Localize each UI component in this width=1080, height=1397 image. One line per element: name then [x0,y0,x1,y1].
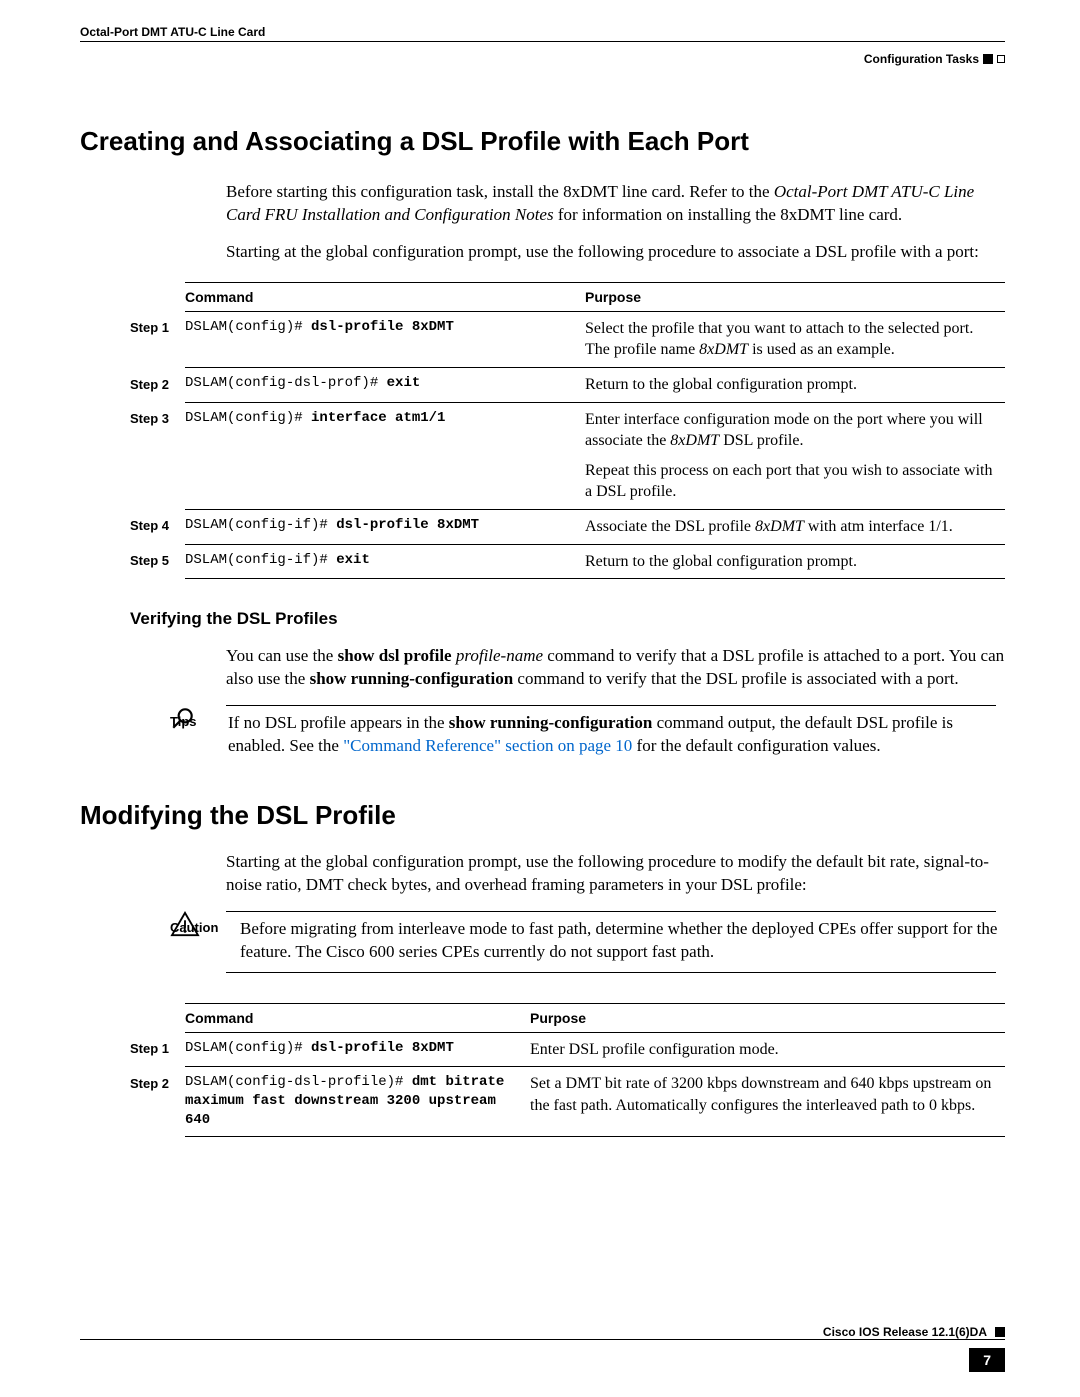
table-row: Step 4 DSLAM(config-if)# dsl-profile 8xD… [130,509,1005,544]
doc-title: Octal-Port DMT ATU-C Line Card [80,25,265,41]
section-heading-create: Creating and Associating a DSL Profile w… [80,126,1005,157]
table-row: Step 2 DSLAM(config-dsl-profile)# dmt bi… [130,1067,1005,1137]
tip-icon [170,705,196,738]
page-footer: Cisco IOS Release 12.1(6)DA 7 [80,1325,1005,1372]
intro-paragraph-2: Starting at the global configuration pro… [226,241,1005,264]
header-section: Configuration Tasks [80,52,1005,66]
modify-intro: Starting at the global configuration pro… [226,851,1005,897]
square-outline-icon [997,55,1005,63]
caution-text: Before migrating from interleave mode to… [240,918,1005,964]
page-number: 7 [969,1348,1005,1372]
caution-icon [170,911,200,944]
col-purpose: Purpose [585,282,1005,311]
col-command: Command [185,282,585,311]
table-row: Step 5 DSLAM(config-if)# exit Return to … [130,544,1005,579]
intro-paragraph-1: Before starting this configuration task,… [226,181,1005,227]
command-table-2: Command Purpose Step 1 DSLAM(config)# ds… [130,1003,1005,1137]
section-heading-modify: Modifying the DSL Profile [80,800,1005,831]
table-row: Step 2 DSLAM(config-dsl-prof)# exit Retu… [130,368,1005,403]
command-table-1: Command Purpose Step 1 DSLAM(config)# ds… [130,282,1005,579]
square-icon [995,1327,1005,1337]
col-command: Command [185,1003,530,1032]
footer-release: Cisco IOS Release 12.1(6)DA [823,1325,987,1339]
verify-paragraph: You can use the show dsl profile profile… [226,645,1005,691]
square-icon [983,54,993,64]
running-header: Octal-Port DMT ATU-C Line Card [80,25,1005,41]
command-reference-link[interactable]: "Command Reference" section on page 10 [343,736,632,755]
caution-block: Caution Before migrating from interleave… [170,911,1005,973]
col-purpose: Purpose [530,1003,1005,1032]
table-row: Step 1 DSLAM(config)# dsl-profile 8xDMT … [130,1032,1005,1067]
table-row: Step 1 DSLAM(config)# dsl-profile 8xDMT … [130,311,1005,367]
subsection-verify: Verifying the DSL Profiles [130,609,1005,629]
section-label: Configuration Tasks [864,52,979,66]
tips-text: If no DSL profile appears in the show ru… [228,712,1005,758]
table-row: Step 3 DSLAM(config)# interface atm1/1 E… [130,402,1005,509]
tips-block: Tips If no DSL profile appears in the sh… [170,705,1005,758]
